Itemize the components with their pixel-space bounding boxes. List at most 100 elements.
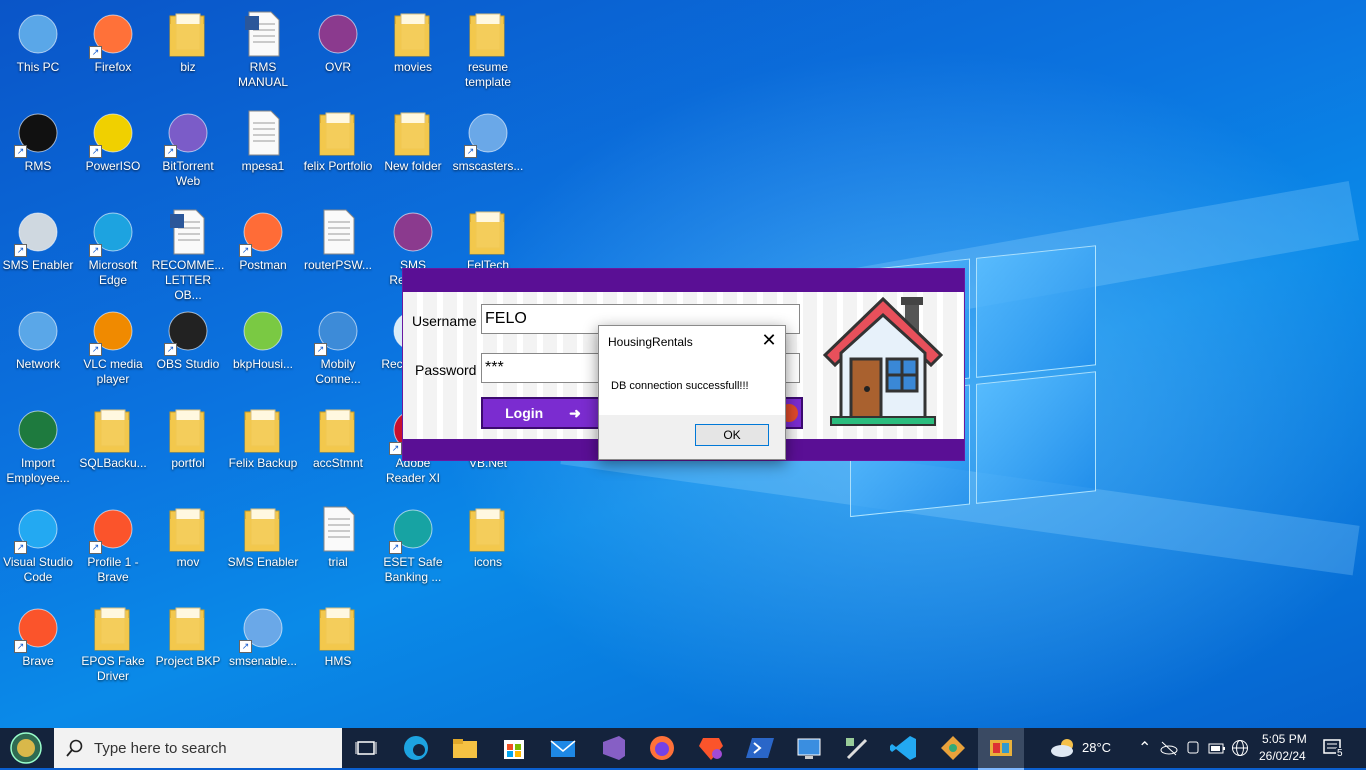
desktop-icon[interactable]: ↗ Postman — [225, 204, 301, 300]
shortcut-arrow-icon: ↗ — [89, 244, 102, 257]
edge-taskbar-icon[interactable] — [400, 732, 432, 764]
login-button[interactable]: Login ➜ — [481, 397, 605, 429]
desktop-icon[interactable]: mov — [150, 501, 226, 597]
desktop-icon[interactable]: routerPSW... — [300, 204, 376, 300]
desktop-icon[interactable]: RECOMME... LETTER OB... — [150, 204, 226, 302]
desktop-icon[interactable]: OVR — [300, 6, 376, 102]
tools-icon[interactable] — [840, 732, 872, 764]
chevron-up-icon[interactable]: ⌃ — [1138, 738, 1151, 758]
desktop-icon[interactable]: ↗ Firefox — [75, 6, 151, 102]
store-icon[interactable] — [498, 732, 530, 764]
onedrive-icon[interactable] — [1160, 740, 1178, 756]
vscode-taskbar-icon[interactable] — [888, 732, 920, 764]
desktop-icon-label: Microsoft Edge — [88, 258, 138, 287]
desktop-icon[interactable]: portfol — [150, 402, 226, 498]
desktop-icon[interactable]: ↗ Visual Studio Code — [0, 501, 76, 597]
login-button-label: Login — [505, 405, 544, 421]
desktop-icon[interactable]: mpesa1 — [225, 105, 301, 201]
desktop-icon[interactable]: biz — [150, 6, 226, 102]
arrow-right-icon: ➜ — [569, 405, 581, 421]
battery-icon[interactable] — [1208, 740, 1226, 756]
desktop-icon-label: mov — [176, 555, 200, 569]
start-button[interactable] — [8, 731, 44, 765]
desktop-icon-label: Import Employee... — [6, 456, 70, 485]
desktop-icon[interactable]: ↗ PowerISO — [75, 105, 151, 201]
desktop-icon-label: OBS Studio — [156, 357, 220, 371]
desktop-icon[interactable]: trial — [300, 501, 376, 597]
desktop-icon[interactable]: Import Employee... — [0, 402, 76, 498]
shortcut-arrow-icon: ↗ — [89, 145, 102, 158]
desktop-icon-label: ESET Safe Banking ... — [383, 555, 443, 584]
desktop-icon[interactable]: ↗ OBS Studio — [150, 303, 226, 399]
desktop-icon[interactable]: bkpHousi... — [225, 303, 301, 399]
desktop-icon[interactable]: ↗ Profile 1 - Brave — [75, 501, 151, 597]
desktop-icon-label: Project BKP — [155, 654, 221, 668]
desktop-icon[interactable]: ↗ smsenable... — [225, 600, 301, 696]
brave-taskbar-icon[interactable] — [695, 732, 727, 764]
git-tool-icon[interactable] — [937, 732, 969, 764]
desktop-icon[interactable]: Project BKP — [150, 600, 226, 696]
desktop-icon[interactable]: ↗ Microsoft Edge — [75, 204, 151, 300]
desktop-icon[interactable]: movies — [375, 6, 451, 102]
desktop-icon[interactable]: ↗ VLC media player — [75, 303, 151, 399]
task-view-icon[interactable] — [350, 732, 382, 764]
network-globe-icon[interactable] — [1231, 739, 1249, 757]
shortcut-arrow-icon: ↗ — [239, 244, 252, 257]
desktop-icon[interactable]: Network — [0, 303, 76, 399]
word-doc-icon — [166, 208, 210, 256]
desktop-icon[interactable]: ↗ SMS Enabler — [0, 204, 76, 300]
folder-icon — [316, 406, 360, 454]
desktop: This PC ↗ Firefox biz RMS MANUAL OVR movies res… — [0, 0, 1366, 728]
desktop-icon[interactable]: HMS — [300, 600, 376, 696]
desktop-icon[interactable]: ↗ BitTorrent Web — [150, 105, 226, 201]
word-doc-icon — [241, 10, 285, 58]
login-title-bar — [403, 269, 964, 292]
desktop-icon[interactable]: felix Portfolio — [300, 105, 376, 201]
shortcut-arrow-icon: ↗ — [464, 145, 477, 158]
desktop-icon[interactable]: New folder — [375, 105, 451, 201]
desktop-icon-label: portfol — [171, 456, 205, 470]
clock-time[interactable]: 5:05 PM — [1262, 732, 1307, 746]
message-box-title: HousingRentals — [608, 335, 693, 349]
shortcut-arrow-icon: ↗ — [314, 343, 327, 356]
desktop-icon-label: movies — [393, 60, 432, 74]
desktop-icon[interactable]: ↗ smscasters... — [450, 105, 526, 201]
folder-icon — [166, 10, 210, 58]
desktop-icon-label: RMS — [24, 159, 52, 173]
visual-studio-icon[interactable] — [597, 732, 629, 764]
desktop-icon-label: Firefox — [94, 60, 132, 74]
folder-icon — [466, 10, 510, 58]
meet-now-icon[interactable] — [1186, 739, 1200, 757]
close-icon[interactable]: ✕ — [759, 330, 779, 350]
remote-desktop-icon[interactable] — [793, 732, 825, 764]
shortcut-arrow-icon: ↗ — [14, 145, 27, 158]
clock-date[interactable]: 26/02/24 — [1259, 749, 1306, 763]
ok-button[interactable]: OK — [695, 424, 769, 446]
firefox-taskbar-icon[interactable] — [646, 732, 678, 764]
desktop-icon[interactable]: ↗ Brave — [0, 600, 76, 696]
database-icon — [241, 307, 285, 355]
desktop-icon-label: Postman — [239, 258, 287, 272]
search-icon — [66, 739, 83, 757]
desktop-icon[interactable]: EPOS Fake Driver — [75, 600, 151, 696]
text-file-icon — [316, 208, 360, 256]
desktop-icon[interactable]: ↗ Mobily Conne... — [300, 303, 376, 399]
message-box-footer: OK — [599, 415, 785, 459]
desktop-icon[interactable]: ↗ ESET Safe Banking ... — [375, 501, 451, 597]
desktop-icon[interactable]: SQLBacku... — [75, 402, 151, 498]
folder-icon — [316, 109, 360, 157]
desktop-icon[interactable]: This PC — [0, 6, 76, 102]
desktop-icon[interactable]: resume template — [450, 6, 526, 102]
desktop-icon[interactable]: accStmnt — [300, 402, 376, 498]
mail-icon[interactable] — [547, 732, 579, 764]
housing-rentals-taskbar-item[interactable] — [978, 728, 1024, 770]
desktop-icon[interactable]: RMS MANUAL — [225, 6, 301, 102]
search-box[interactable]: Type here to search — [54, 728, 342, 768]
powershell-icon[interactable] — [744, 732, 776, 764]
weather-temperature[interactable]: 28°C — [1082, 740, 1111, 755]
desktop-icon[interactable]: SMS Enabler — [225, 501, 301, 597]
file-explorer-icon[interactable] — [449, 732, 481, 764]
desktop-icon[interactable]: Felix Backup — [225, 402, 301, 498]
desktop-icon[interactable]: ↗ RMS — [0, 105, 76, 201]
desktop-icon[interactable]: icons — [450, 501, 526, 597]
